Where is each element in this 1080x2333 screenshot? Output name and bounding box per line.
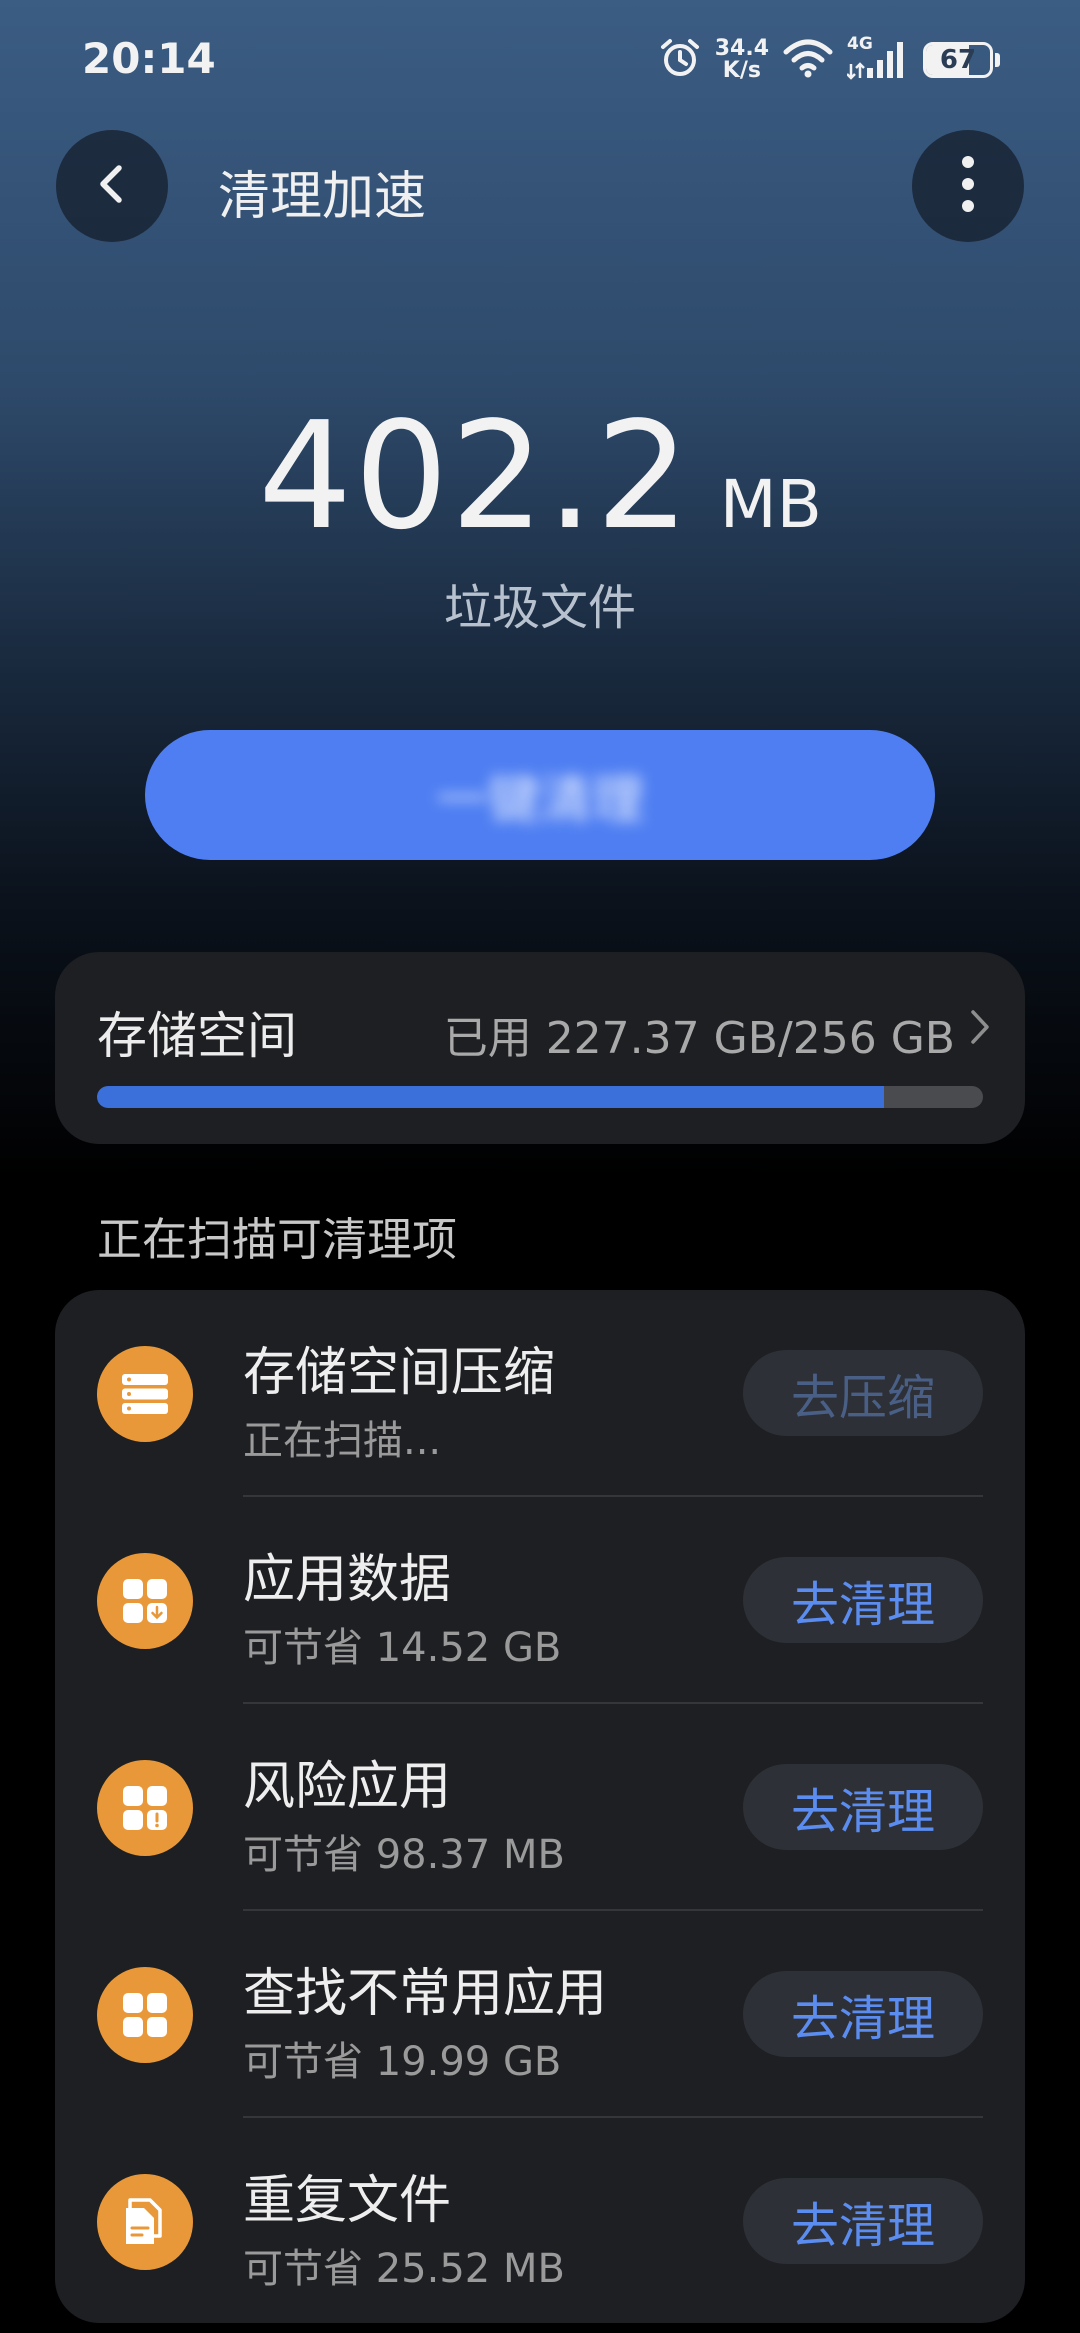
item-subtitle: 可节省 19.99 GB [243,2039,562,2085]
junk-size-unit: MB [719,466,822,543]
one-click-clean-button[interactable]: 一键清理 [145,730,935,860]
status-icons: 34.4 K/s 4G 67 [659,32,1000,88]
item-subtitle: 可节省 98.37 MB [243,1832,565,1878]
item-title: 重复文件 [243,2171,452,2231]
status-bar: 20:14 34.4 K/s 4G 67 [0,0,1080,120]
item-subtitle: 可节省 14.52 GB [243,1625,562,1671]
wifi-icon [783,38,833,82]
clean-button-label: 一键清理 [435,770,644,831]
item-title: 存储空间压缩 [243,1343,556,1403]
battery-icon: 67 [923,42,993,78]
item-title: 查找不常用应用 [243,1964,608,2024]
storage-progress-fill [97,1086,884,1108]
storage-card[interactable]: 存储空间 已用 227.37 GB/256 GB [55,952,1025,1144]
list-item-app-data[interactable]: 应用数据 可节省 14.52 GB 去清理 [55,1497,1025,1704]
junk-label: 垃圾文件 [443,580,636,636]
chevron-right-icon [969,1008,991,1050]
item-subtitle: 可节省 25.52 MB [243,2246,565,2292]
item-title: 应用数据 [243,1550,452,1610]
battery-tip [995,53,1000,67]
item-subtitle: 正在扫描... [243,1418,442,1464]
list-item-storage-compression[interactable]: 存储空间压缩 正在扫描... 去压缩 [55,1290,1025,1497]
list-item-risky-apps[interactable]: 风险应用 可节省 98.37 MB 去清理 [55,1704,1025,1911]
scan-list: 存储空间压缩 正在扫描... 去压缩 应用数据 可节省 14.52 GB 去清理 [55,1290,1025,2323]
compress-button[interactable]: 去压缩 [743,1350,983,1436]
clean-risky-apps-button[interactable]: 去清理 [743,1764,983,1850]
net-speed: 34.4 K/s [715,38,769,82]
more-options-button[interactable] [912,130,1024,242]
clean-unused-apps-button[interactable]: 去清理 [743,1971,983,2057]
storage-title: 存储空间 [97,1007,297,1065]
scan-section-heading: 正在扫描可清理项 [97,1213,458,1266]
clean-app-data-button[interactable]: 去清理 [743,1557,983,1643]
alarm-clock-icon [659,37,701,83]
junk-size-display: 402.2 MB [0,390,1080,562]
duplicate-file-icon [97,2174,193,2270]
list-item-unused-apps[interactable]: 查找不常用应用 可节省 19.99 GB 去清理 [55,1911,1025,2118]
junk-size-value: 402.2 [258,390,692,562]
list-item-duplicate-files[interactable]: 重复文件 可节省 25.52 MB 去清理 [55,2118,1025,2325]
back-arrow-icon [90,162,134,210]
signal-icon: 4G [847,34,909,82]
page-title: 清理加速 [218,167,427,227]
status-time: 20:14 [82,34,216,83]
storage-progress-bar [97,1086,983,1108]
battery-level: 67 [939,45,977,75]
item-title: 风险应用 [243,1757,452,1817]
storage-list-icon [97,1346,193,1442]
clean-duplicate-files-button[interactable]: 去清理 [743,2178,983,2264]
net-speed-value: 34.4 [714,36,769,61]
storage-usage: 已用 227.37 GB/256 GB [443,1013,955,1064]
back-button[interactable] [56,130,168,242]
more-vertical-icon [958,154,978,218]
app-data-icon [97,1553,193,1649]
net-speed-unit: K/s [722,58,761,83]
apps-grid-icon [97,1967,193,2063]
risky-app-icon [97,1760,193,1856]
